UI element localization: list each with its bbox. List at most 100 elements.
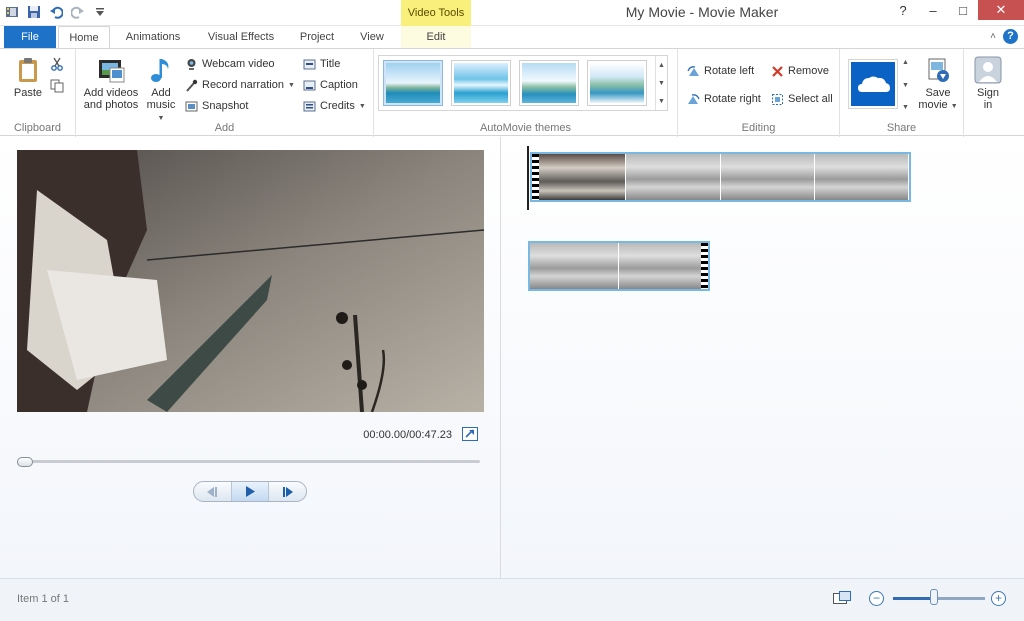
paste-icon <box>19 58 37 82</box>
snapshot-button[interactable]: Snapshot <box>184 97 248 115</box>
cloud-icon <box>851 62 895 106</box>
remove-x-icon <box>770 64 784 78</box>
pane-splitter[interactable] <box>500 137 501 578</box>
gallery-down-icon[interactable]: ▼ <box>658 80 665 87</box>
add-music-button[interactable]: Add music ▼ <box>142 55 180 125</box>
title-bar: Video Tools My Movie - Movie Maker ? – □… <box>0 0 1024 26</box>
theme-preview-image <box>522 63 576 103</box>
collapse-ribbon-icon[interactable]: ˄ <box>990 31 996 42</box>
automovie-group-label: AutoMovie themes <box>479 122 572 134</box>
add-videos-photos-button[interactable]: Add videos and photos <box>80 55 142 111</box>
select-all-button[interactable]: Select all <box>770 90 833 108</box>
share-up-icon[interactable]: ▲ <box>902 59 912 66</box>
webcam-video-button[interactable]: Webcam video <box>184 55 275 73</box>
theme-thumbnail[interactable] <box>587 60 647 106</box>
tab-project[interactable]: Project <box>290 26 344 48</box>
help-question-icon[interactable]: ? <box>888 0 918 20</box>
window-controls: ? – □ ✕ <box>888 0 1024 20</box>
ribbon: Paste Clipboard Add videos and photos Ad… <box>0 48 1024 137</box>
webcam-video-label: Webcam video <box>202 58 275 70</box>
clip-frame <box>619 243 708 289</box>
seek-thumb[interactable] <box>17 457 33 467</box>
theme-thumbnail[interactable] <box>451 60 511 106</box>
tab-animations[interactable]: Animations <box>114 26 192 48</box>
clip-thumbnails <box>532 154 909 200</box>
sign-in-label-2: in <box>983 99 993 111</box>
theme-thumbnail[interactable] <box>519 60 579 106</box>
add-videos-label-2: and photos <box>83 99 139 111</box>
select-all-icon <box>770 92 784 106</box>
previous-frame-button[interactable] <box>194 482 232 501</box>
sign-in-button[interactable]: Sign in <box>970 55 1006 111</box>
save-movie-label-2-text: movie <box>918 99 948 111</box>
microphone-icon <box>184 78 198 92</box>
clip-frame <box>532 154 627 200</box>
paste-button[interactable]: Paste <box>8 55 48 99</box>
theme-thumbnail[interactable] <box>383 60 443 106</box>
timeline-clip[interactable] <box>530 152 911 202</box>
snapshot-label: Snapshot <box>202 100 249 112</box>
rotate-left-button[interactable]: Rotate left <box>686 62 754 80</box>
copy-button[interactable] <box>50 77 64 95</box>
aspect-ratio-icon[interactable] <box>833 591 851 606</box>
share-group-label: Share <box>886 122 917 134</box>
rotate-left-label: Rotate left <box>704 65 755 77</box>
credits-label: Credits <box>320 100 355 112</box>
item-count: Item 1 of 1 <box>17 593 69 605</box>
record-narration-label: Record narration <box>202 79 284 91</box>
title-label: Title <box>320 58 341 70</box>
tab-home[interactable]: Home <box>58 26 110 49</box>
select-all-label: Select all <box>788 93 833 105</box>
ribbon-tabs: File Home Animations Visual Effects Proj… <box>0 26 1024 49</box>
share-down-icon[interactable]: ▼ <box>902 82 912 89</box>
clipboard-group: Paste Clipboard <box>0 49 76 137</box>
help-icon[interactable]: ? <box>1003 29 1018 44</box>
chevron-down-icon: ▼ <box>287 81 295 89</box>
seek-bar[interactable] <box>17 460 480 463</box>
add-videos-label-1: Add videos <box>83 87 139 99</box>
theme-preview-image <box>590 63 644 103</box>
video-frame-image <box>17 150 484 412</box>
record-narration-button[interactable]: Record narration ▼ <box>184 76 295 94</box>
onedrive-share-button[interactable] <box>848 59 898 109</box>
caption-button[interactable]: Caption <box>302 76 358 94</box>
timeline-playhead[interactable] <box>527 146 529 210</box>
credits-button[interactable]: Credits ▼ <box>302 97 366 115</box>
maximize-icon[interactable]: □ <box>948 0 978 20</box>
next-frame-icon <box>282 486 293 497</box>
popout-preview-icon[interactable] <box>462 427 478 441</box>
previous-frame-icon <box>207 486 218 497</box>
add-music-label-1: Add <box>151 87 171 99</box>
cut-button[interactable] <box>50 55 64 73</box>
minimize-icon[interactable]: – <box>918 0 948 20</box>
credits-icon <box>302 99 316 113</box>
zoom-slider-thumb[interactable] <box>930 589 938 605</box>
title-button[interactable]: Title <box>302 55 340 73</box>
sign-in-group: Sign in <box>964 49 1012 137</box>
gallery-more-icon[interactable]: ▼ <box>658 98 665 105</box>
share-more-icon[interactable]: ▼ <box>902 104 912 111</box>
zoom-in-icon[interactable]: + <box>991 591 1006 606</box>
next-frame-button[interactable] <box>269 482 306 501</box>
save-movie-label-1: Save <box>925 87 951 99</box>
share-group: ▲ ▼ ▼ Save movie ▼ Share <box>840 49 964 137</box>
zoom-out-icon[interactable]: − <box>869 591 884 606</box>
film-sprocket <box>532 154 539 200</box>
tab-file[interactable]: File <box>4 26 56 48</box>
save-movie-button[interactable]: Save movie ▼ <box>916 55 960 113</box>
chevron-down-icon: ▼ <box>157 115 165 122</box>
caption-icon <box>302 78 316 92</box>
gallery-up-icon[interactable]: ▲ <box>658 62 665 69</box>
tab-edit[interactable]: Edit <box>401 26 471 48</box>
clip-frame <box>626 154 721 200</box>
rotate-right-button[interactable]: Rotate right <box>686 90 761 108</box>
timeline-clip[interactable] <box>528 241 710 291</box>
add-group: Add videos and photos Add music ▼ Webcam… <box>76 49 374 137</box>
close-icon[interactable]: ✕ <box>978 0 1024 20</box>
tab-visual-effects[interactable]: Visual Effects <box>198 26 284 48</box>
play-button[interactable] <box>231 482 270 501</box>
theme-preview-image <box>454 63 508 103</box>
tab-view[interactable]: View <box>350 26 394 48</box>
video-preview[interactable] <box>17 150 484 412</box>
remove-button[interactable]: Remove <box>770 62 829 80</box>
